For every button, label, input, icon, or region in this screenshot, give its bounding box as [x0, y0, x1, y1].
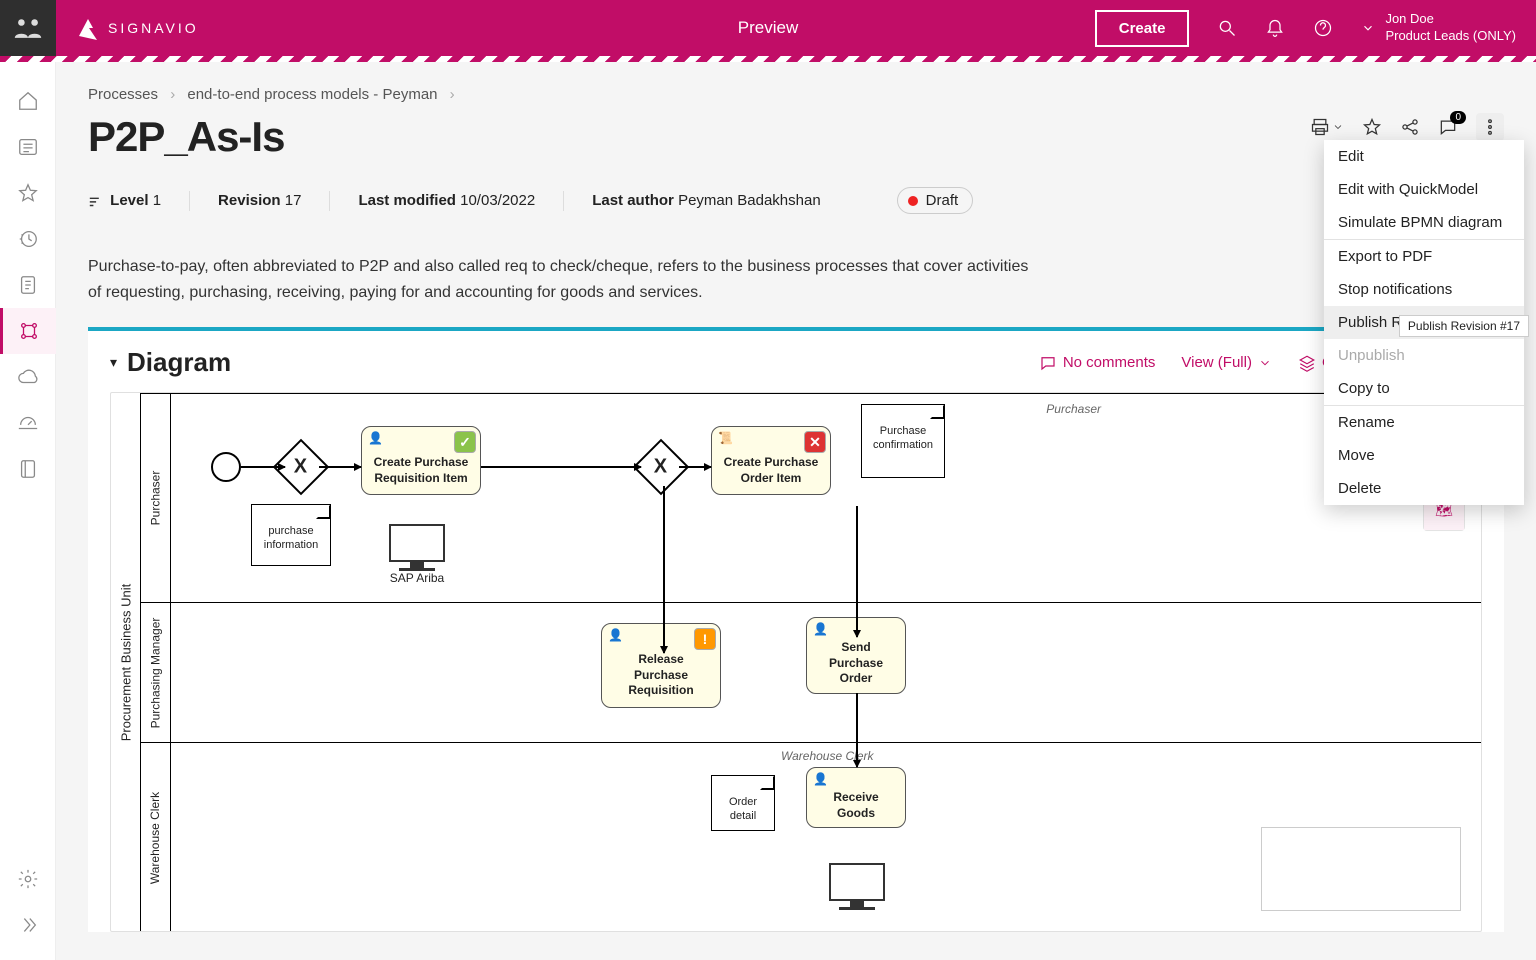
close-icon: ✕ — [804, 431, 826, 453]
create-button[interactable]: Create — [1095, 10, 1190, 47]
menu-edit-quickmodel[interactable]: Edit with QuickModel — [1324, 173, 1524, 206]
user-role: Product Leads (ONLY) — [1385, 28, 1516, 45]
data-object: Order detail — [711, 775, 775, 831]
status-dot-icon — [908, 196, 918, 206]
comments-link[interactable]: No comments — [1039, 354, 1156, 372]
revision-meta: Revision 17 — [218, 192, 301, 209]
rail-dashboard-icon[interactable] — [0, 400, 56, 446]
breadcrumb: Processes › end-to-end process models - … — [88, 86, 1504, 103]
chevron-right-icon: › — [170, 86, 175, 103]
pool-label: Procurement Business Unit — [111, 393, 141, 931]
bell-icon[interactable] — [1253, 6, 1297, 50]
brand-logo[interactable]: SIGNAVIO — [56, 16, 219, 40]
script-icon: 📜 — [718, 431, 733, 447]
rail-history-icon[interactable] — [0, 216, 56, 262]
panel-title: Diagram — [127, 347, 231, 378]
view-dropdown[interactable]: View (Full) — [1181, 354, 1272, 371]
task-create-poi[interactable]: 📜 ✕ Create Purchase Order Item — [711, 426, 831, 495]
left-rail — [0, 62, 56, 960]
level-meta: Level 1 — [88, 192, 161, 209]
brand-text: SIGNAVIO — [108, 20, 199, 36]
user-icon: 👤 — [813, 772, 828, 788]
favorite-button[interactable] — [1362, 117, 1382, 137]
rail-cloud-icon[interactable] — [0, 354, 56, 400]
comments-count: 0 — [1450, 111, 1466, 124]
page-actions: 0 — [1310, 113, 1504, 141]
user-icon: 👤 — [608, 628, 623, 644]
menu-edit[interactable]: Edit — [1324, 140, 1524, 173]
more-button[interactable] — [1476, 113, 1504, 141]
menu-delete[interactable]: Delete — [1324, 472, 1524, 505]
top-bar: SIGNAVIO Preview Create Jon Doe Product … — [0, 0, 1536, 56]
diagram-canvas[interactable]: Procurement Business Unit Purchaser Purc… — [110, 392, 1482, 932]
modified-meta: Last modified 10/03/2022 — [358, 192, 535, 209]
data-object: Purchase confirmation — [861, 404, 945, 478]
chevron-right-icon: › — [450, 86, 455, 103]
user-menu[interactable]: Jon Doe Product Leads (ONLY) — [1361, 11, 1516, 45]
rail-expand-icon[interactable] — [0, 902, 56, 948]
description: Purchase-to-pay, often abbreviated to P2… — [88, 254, 1038, 305]
rail-home-icon[interactable] — [0, 78, 56, 124]
lane-manager: Purchasing Manager 👤 ! Release Purchase … — [141, 603, 1481, 743]
rail-book-icon[interactable] — [0, 446, 56, 492]
system-node: SAP Ariba — [389, 524, 445, 585]
menu-stop-notifications[interactable]: Stop notifications — [1324, 273, 1524, 306]
org-icon[interactable] — [0, 0, 56, 56]
panel-header: ▾ Diagram No comments View (Full) Overla… — [110, 347, 1482, 378]
main-content: Processes › end-to-end process models - … — [56, 62, 1536, 960]
page-title: P2P_As-Is — [88, 113, 284, 161]
search-icon[interactable] — [1205, 6, 1249, 50]
menu-copy-to[interactable]: Copy to — [1324, 372, 1524, 405]
minimap[interactable] — [1261, 827, 1461, 911]
author-meta: Last author Peyman Badakhshan — [592, 192, 820, 209]
help-icon[interactable] — [1301, 6, 1345, 50]
user-name: Jon Doe — [1385, 11, 1516, 28]
tooltip: Publish Revision #17 — [1399, 315, 1529, 337]
rail-star-icon[interactable] — [0, 170, 56, 216]
user-icon: 👤 — [813, 622, 828, 638]
menu-export-pdf[interactable]: Export to PDF — [1324, 240, 1524, 273]
system-node — [829, 863, 885, 910]
data-object: purchase information — [251, 504, 331, 566]
status-badge: Draft — [897, 187, 974, 214]
comments-button[interactable]: 0 — [1438, 117, 1458, 137]
meta-row: Level 1 Revision 17 Last modified 10/03/… — [88, 187, 1504, 226]
menu-move[interactable]: Move — [1324, 439, 1524, 472]
breadcrumb-root[interactable]: Processes — [88, 86, 158, 103]
menu-rename[interactable]: Rename — [1324, 406, 1524, 439]
lane-purchaser: Purchaser Purchaser X 👤 ✓ Create Purchas… — [141, 393, 1481, 603]
task-receive-goods[interactable]: 👤 Receive Goods — [806, 767, 906, 828]
page-mode-label: Preview — [738, 18, 798, 38]
warning-icon: ! — [694, 628, 716, 650]
rail-settings-icon[interactable] — [0, 856, 56, 902]
title-row: P2P_As-Is 0 — [88, 113, 1504, 161]
menu-simulate[interactable]: Simulate BPMN diagram — [1324, 206, 1524, 239]
menu-unpublish: Unpublish — [1324, 339, 1524, 372]
rail-news-icon[interactable] — [0, 124, 56, 170]
task-create-pri[interactable]: 👤 ✓ Create Purchase Requisition Item — [361, 426, 481, 495]
share-button[interactable] — [1400, 117, 1420, 137]
collapse-icon[interactable]: ▾ — [110, 354, 117, 371]
topbar-right: Create Jon Doe Product Leads (ONLY) — [1095, 6, 1536, 50]
breadcrumb-item[interactable]: end-to-end process models - Peyman — [187, 86, 437, 103]
diagram-panel: ▾ Diagram No comments View (Full) Overla… — [88, 327, 1504, 932]
rail-tasks-icon[interactable] — [0, 262, 56, 308]
user-icon: 👤 — [368, 431, 383, 447]
rail-diagrams-icon[interactable] — [0, 308, 56, 354]
check-icon: ✓ — [454, 431, 476, 453]
task-release-pr[interactable]: 👤 ! Release Purchase Requisition — [601, 623, 721, 708]
print-button[interactable] — [1310, 117, 1344, 137]
start-event — [211, 452, 241, 482]
